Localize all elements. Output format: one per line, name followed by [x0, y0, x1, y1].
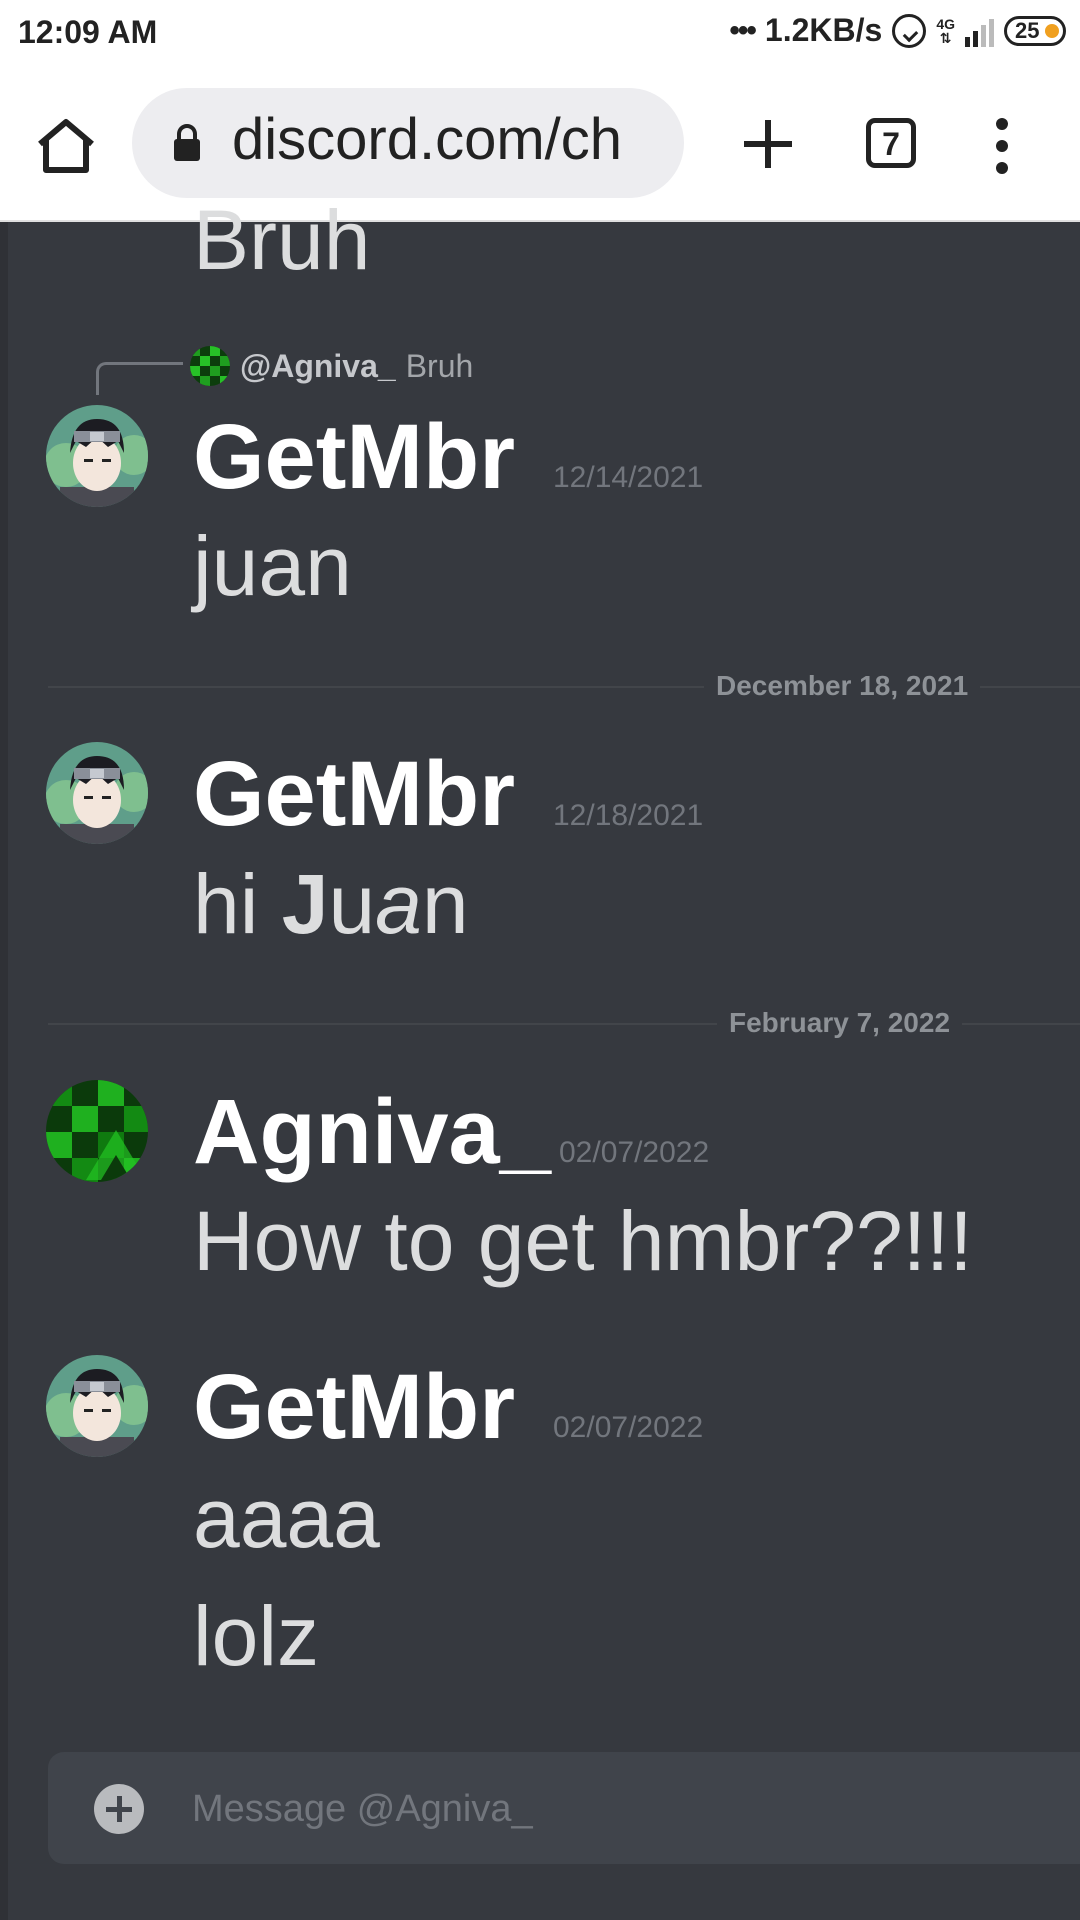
- tabs-icon[interactable]: 7: [866, 118, 916, 168]
- status-icons: ••• 1.2KB/s 4G ⇅ 25: [729, 12, 1066, 49]
- message-text: hi Juan: [193, 856, 469, 953]
- avatar[interactable]: [46, 1355, 148, 1457]
- reply-author[interactable]: @Agniva_: [240, 348, 396, 385]
- battery-level: 25: [1015, 17, 1040, 43]
- lock-icon: [174, 124, 200, 161]
- plus-icon[interactable]: [738, 114, 798, 174]
- reply-text: Bruh: [405, 347, 474, 384]
- reply-connector: [96, 362, 183, 395]
- date-divider-label: December 18, 2021: [704, 670, 981, 702]
- message-composer: [48, 1752, 1080, 1864]
- url-bar[interactable]: discord.com/ch: [132, 88, 684, 198]
- add-attachment-icon[interactable]: [94, 1784, 144, 1834]
- url-text: discord.com/ch: [232, 107, 623, 172]
- tab-count: 7: [882, 126, 900, 162]
- message-timestamp: 02/07/2022: [553, 1411, 704, 1444]
- avatar[interactable]: [46, 742, 148, 844]
- message-author[interactable]: Agniva_: [193, 1080, 551, 1185]
- network-type-icon: 4G ⇅: [936, 15, 955, 46]
- net-speed: 1.2KB/s: [764, 12, 883, 48]
- message-author[interactable]: GetMbr: [193, 742, 515, 847]
- more-notifications-icon: •••: [729, 13, 756, 47]
- message-text: juan: [193, 519, 352, 613]
- message-text: lolz: [193, 1589, 320, 1683]
- reply-reference[interactable]: @Agniva_ Bruh: [190, 344, 473, 388]
- signal-icon: [965, 15, 994, 47]
- reply-avatar: [190, 346, 230, 386]
- message-text-part: u: [328, 857, 376, 951]
- message-timestamp: 02/07/2022: [559, 1136, 710, 1169]
- message-text-part: hi: [193, 857, 282, 951]
- message-timestamp: 12/14/2021: [553, 461, 704, 494]
- status-bar: 12:09 AM ••• 1.2KB/s 4G ⇅ 25: [0, 0, 1080, 68]
- more-vert-icon[interactable]: [990, 116, 1014, 176]
- message-timestamp: 12/18/2021: [553, 799, 704, 832]
- alarm-icon: [892, 13, 927, 48]
- status-time: 12:09 AM: [18, 14, 158, 50]
- message-text-italic: a: [375, 857, 422, 951]
- partial-message: Bruh: [193, 193, 371, 287]
- message-text: How to get hmbr??!!!: [193, 1194, 973, 1288]
- message-input[interactable]: [190, 1778, 1074, 1840]
- message-text-bold: J: [281, 857, 329, 951]
- message-text: aaaa: [193, 1471, 380, 1565]
- date-divider-label: February 7, 2022: [717, 1007, 963, 1039]
- avatar[interactable]: [46, 1080, 148, 1182]
- network-type-label: 4G: [936, 15, 955, 32]
- chat-left-edge: [0, 222, 8, 1920]
- avatar[interactable]: [46, 405, 148, 507]
- message-text-part: n: [421, 857, 469, 951]
- battery-icon: 25: [1004, 15, 1066, 46]
- home-icon[interactable]: [34, 118, 98, 174]
- message-author[interactable]: GetMbr: [193, 1355, 515, 1460]
- browser-toolbar: discord.com/ch 7: [0, 68, 1080, 222]
- message-author[interactable]: GetMbr: [193, 405, 515, 510]
